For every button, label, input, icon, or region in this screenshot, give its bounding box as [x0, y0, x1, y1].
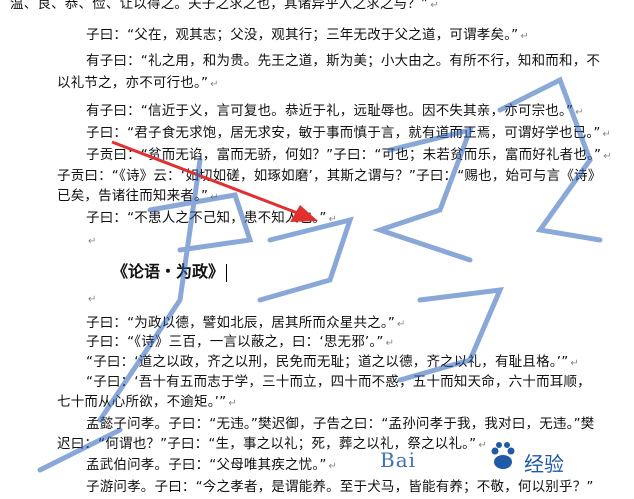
annotation-arrow: [111, 140, 318, 222]
baidu-paw-icon: [491, 442, 515, 469]
watermark-subtext: 经验: [524, 452, 564, 476]
watermark-text: Bai: [380, 448, 417, 472]
